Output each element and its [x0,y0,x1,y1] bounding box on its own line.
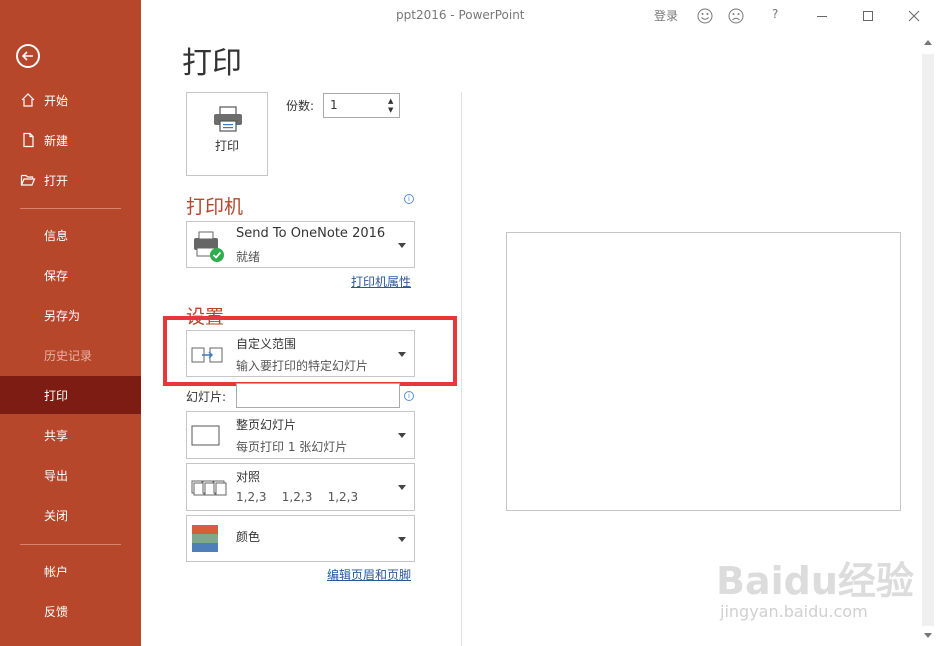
sidebar-item-label: 历史记录 [44,348,93,363]
sidebar-item-label: 打开 [44,173,69,188]
chevron-down-icon [398,485,406,490]
layout-select[interactable]: 整页幻灯片 每页打印 1 张幻灯片 [186,411,415,459]
annotation-highlight-box [163,316,457,386]
printer-properties-link[interactable]: 打印机属性 [351,273,411,290]
sidebar-item-close[interactable]: 关闭 [0,496,141,534]
sidebar-item-label: 共享 [44,428,69,443]
print-preview [506,232,901,511]
sidebar-item-info[interactable]: 信息 [0,216,141,254]
color-select[interactable]: 颜色 [186,515,415,562]
layout-subtitle: 每页打印 1 张幻灯片 [236,440,348,454]
watermark: Baidu经验 jingyan.baidu.com [716,550,916,630]
home-icon [21,93,35,107]
printer-status: 就绪 [236,250,261,264]
pane-divider [461,92,462,646]
sidebar-item-home[interactable]: 开始 [0,81,141,119]
maximize-icon[interactable] [860,8,876,24]
help-button[interactable]: ? [772,7,778,21]
back-button[interactable] [16,44,40,68]
sidebar-item-label: 关闭 [44,508,69,523]
scroll-up-icon[interactable] [924,40,932,45]
sidebar-divider [20,208,121,209]
full-page-slide-icon [191,425,220,446]
close-icon[interactable] [906,8,922,24]
sidebar-item-print[interactable]: 打印 [0,376,141,414]
back-arrow-icon [21,51,33,61]
sidebar-item-export[interactable]: 导出 [0,456,141,494]
sidebar-item-history[interactable]: 历史记录 [0,336,141,374]
copies-label: 份数: [286,99,315,113]
collate-title: 对照 [236,470,261,484]
window-title: ppt2016 - PowerPoint [396,8,525,22]
minimize-icon[interactable] [814,8,830,24]
chevron-down-icon [398,537,406,542]
sidebar-item-new[interactable]: 新建 [0,121,141,159]
sidebar-item-label: 导出 [44,468,69,483]
backstage-sidebar: 开始 新建 打开 信息 保存 另存为 历史记录 打印 共享 导出 关闭 帐户 反… [0,0,141,646]
sidebar-item-label: 打印 [44,388,69,403]
watermark-url: jingyan.baidu.com [720,602,868,621]
chevron-down-icon [398,243,406,248]
frown-icon[interactable] [728,8,744,24]
collate-subtitle: 1,2,3 1,2,3 1,2,3 [236,490,359,504]
printer-select[interactable]: Send To OneNote 2016 就绪 [186,221,415,268]
sidebar-item-open[interactable]: 打开 [0,161,141,199]
new-file-icon [23,132,34,148]
page-title: 打印 [182,46,242,81]
sidebar-item-label: 保存 [44,268,69,283]
folder-open-icon [20,174,36,186]
sidebar-divider [20,544,121,545]
sidebar-item-label: 帐户 [44,564,69,579]
layout-title: 整页幻灯片 [236,418,297,432]
printer-name: Send To OneNote 2016 [236,226,386,241]
preview-scrollbar[interactable] [920,38,936,642]
sidebar-item-label: 信息 [44,228,69,243]
printer-icon [214,106,242,132]
watermark-brand: Baidu经验 [716,559,914,603]
scrollbar-track[interactable] [922,54,934,626]
printer-ready-icon [194,231,224,262]
sidebar-item-save[interactable]: 保存 [0,256,141,294]
sidebar-item-label: 新建 [44,133,69,148]
stepper-arrows-icon[interactable]: ▲ ▼ [388,97,396,115]
sidebar-item-share[interactable]: 共享 [0,416,141,454]
slides-input[interactable] [236,383,400,408]
info-icon[interactable]: i [404,194,414,204]
printer-section-title: 打印机 [186,196,244,218]
collate-select[interactable]: 对照 1,2,3 1,2,3 1,2,3 [186,463,415,511]
print-button[interactable]: 打印 [186,92,268,176]
collate-icon [191,480,227,496]
color-title: 颜色 [236,530,261,544]
sidebar-item-label: 开始 [44,93,69,108]
title-bar: ppt2016 - PowerPoint 登录 ? [141,0,938,32]
signin-link[interactable]: 登录 [654,7,678,24]
sidebar-item-feedback[interactable]: 反馈 [0,592,141,630]
print-button-label: 打印 [214,139,239,153]
scroll-down-icon[interactable] [924,633,932,638]
sidebar-item-label: 反馈 [44,604,69,619]
sidebar-item-account[interactable]: 帐户 [0,552,141,590]
copies-stepper[interactable]: 1 ▲ ▼ [323,93,400,118]
slides-label: 幻灯片: [186,390,227,404]
sidebar-item-label: 另存为 [44,308,81,323]
copies-value: 1 [330,98,338,112]
chevron-down-icon [398,433,406,438]
color-icon [192,525,218,552]
info-icon[interactable]: i [404,391,414,401]
edit-header-footer-link[interactable]: 编辑页眉和页脚 [327,566,411,583]
smile-icon[interactable] [697,8,713,24]
sidebar-item-save-as[interactable]: 另存为 [0,296,141,334]
